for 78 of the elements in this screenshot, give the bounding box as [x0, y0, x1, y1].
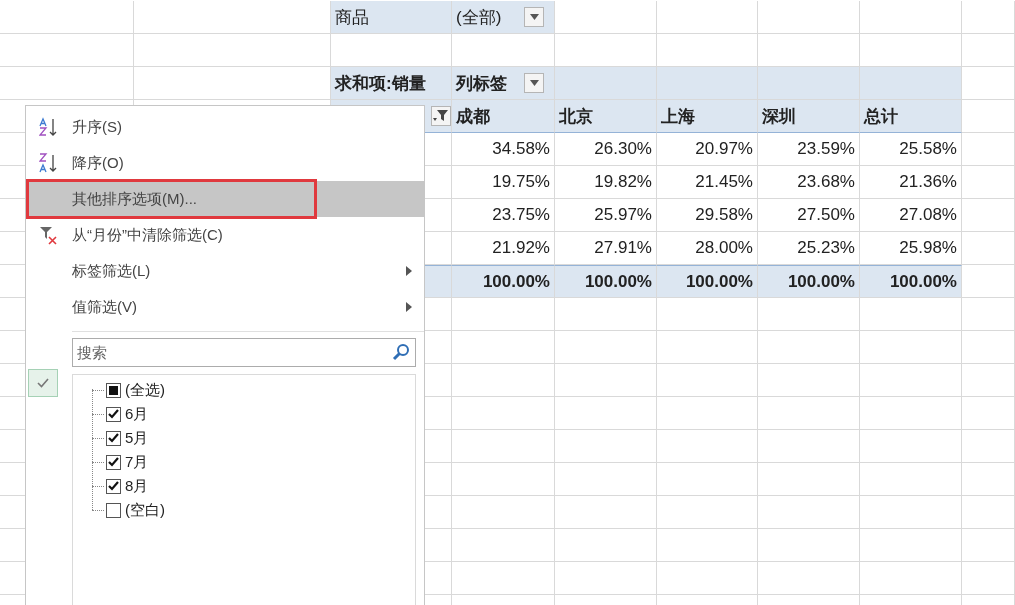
- column-header: 上海: [661, 105, 695, 128]
- sheet-cell: [962, 331, 1015, 364]
- column-header: 深圳: [762, 105, 796, 128]
- caret-icon: [529, 14, 539, 20]
- checklist-label: 7月: [125, 452, 149, 472]
- menu-item[interactable]: 升序(S): [26, 109, 424, 145]
- submenu-arrow-icon: [406, 302, 412, 312]
- checkbox[interactable]: [106, 430, 121, 446]
- sheet-cell: [962, 364, 1015, 397]
- table-cell: 25.58%: [899, 139, 957, 159]
- checkmark-icon: [28, 369, 58, 397]
- menu-item[interactable]: 降序(O): [26, 145, 424, 181]
- menu-item[interactable]: 从“月份”中清除筛选(C): [26, 217, 424, 253]
- sort-ascending-icon: [39, 117, 59, 137]
- table-cell: 25.97%: [594, 205, 652, 225]
- search-field[interactable]: 搜索: [72, 338, 416, 367]
- table-cell: 34.58%: [492, 139, 550, 159]
- table-cell: 26.30%: [594, 139, 652, 159]
- clear-filter-icon: [39, 225, 59, 245]
- table-cell: 21.45%: [695, 172, 753, 192]
- checklist-label: 8月: [125, 476, 149, 496]
- sheet-cell: [962, 463, 1015, 496]
- checklist-label: 5月: [125, 428, 149, 448]
- checklist-label: 6月: [125, 404, 149, 424]
- table-cell: 25.98%: [899, 238, 957, 258]
- column-labels-dropdown-button[interactable]: [524, 73, 544, 93]
- table-cell: 23.68%: [797, 172, 855, 192]
- table-cell: 29.58%: [695, 205, 753, 225]
- checkbox[interactable]: [106, 454, 121, 470]
- table-cell: 27.08%: [899, 205, 957, 225]
- menu-item[interactable]: 其他排序选项(M)...: [26, 181, 424, 217]
- filter-field-label: 商品: [335, 6, 369, 29]
- checkbox[interactable]: [106, 406, 121, 422]
- total-cell: 100.00%: [787, 271, 855, 292]
- sheet-cell: [962, 430, 1015, 463]
- sheet-cell: [962, 298, 1015, 331]
- menu-item[interactable]: 值筛选(V): [26, 289, 424, 325]
- checkbox[interactable]: [106, 502, 121, 518]
- table-cell: 23.75%: [492, 205, 550, 225]
- checkbox[interactable]: [106, 382, 121, 398]
- caret-icon: [529, 80, 539, 86]
- sheet-cell: [962, 496, 1015, 529]
- column-header: 北京: [559, 105, 593, 128]
- sheet-cell: [962, 34, 1015, 67]
- table-cell: 19.82%: [594, 172, 652, 192]
- total-cell: 100.00%: [685, 271, 753, 292]
- sheet-cell: [962, 529, 1015, 562]
- submenu-arrow-icon: [406, 266, 412, 276]
- column-labels-header: 列标签: [456, 72, 507, 95]
- total-cell: 100.00%: [889, 271, 957, 292]
- table-cell: 19.75%: [492, 172, 550, 192]
- filter-dropdown-button[interactable]: [524, 7, 544, 27]
- sheet-cell: [962, 562, 1015, 595]
- search-icon: [392, 343, 410, 361]
- table-cell: 21.92%: [492, 238, 550, 258]
- checkbox[interactable]: [106, 478, 121, 494]
- sheet-cell: [962, 67, 1015, 100]
- table-cell: 27.50%: [797, 205, 855, 225]
- sheet-cell: [962, 265, 1015, 298]
- checklist-label: (全选): [125, 380, 165, 400]
- checklist-label: (空白): [125, 500, 165, 520]
- sheet-cell: [962, 397, 1015, 430]
- filter-value: (全部): [456, 6, 502, 29]
- sort-descending-icon: [39, 153, 59, 173]
- table-cell: 21.36%: [899, 172, 957, 192]
- row-filter-button[interactable]: [431, 106, 451, 126]
- table-cell: 23.59%: [797, 139, 855, 159]
- total-cell: 100.00%: [482, 271, 550, 292]
- total-cell: 100.00%: [584, 271, 652, 292]
- filter-icon: [433, 109, 449, 123]
- column-header: 成都: [456, 105, 490, 128]
- table-cell: 28.00%: [695, 238, 753, 258]
- value-field-label: 求和项:销量: [335, 72, 426, 95]
- menu-item[interactable]: 标签筛选(L): [26, 253, 424, 289]
- table-cell: 20.97%: [695, 139, 753, 159]
- table-cell: 27.91%: [594, 238, 652, 258]
- column-header: 总计: [864, 105, 898, 128]
- table-cell: 25.23%: [797, 238, 855, 258]
